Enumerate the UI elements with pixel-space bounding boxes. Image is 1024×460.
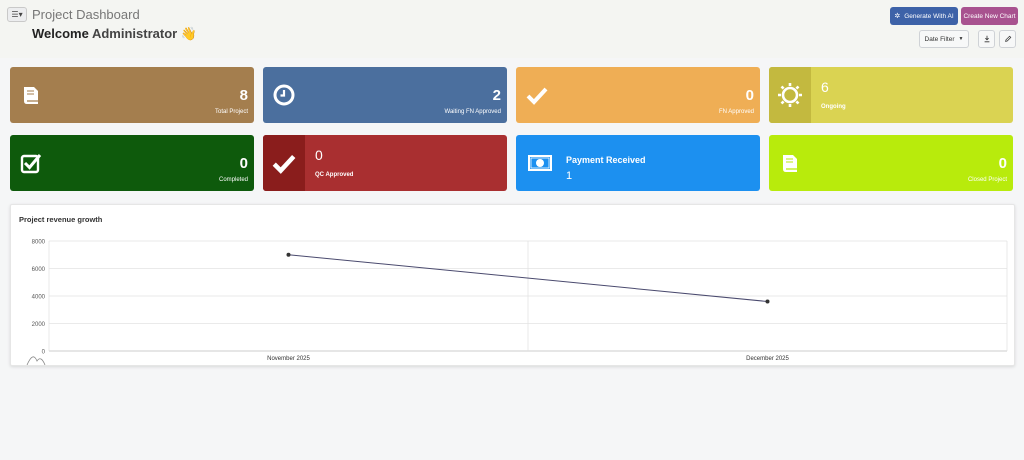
card-value: 0 <box>745 87 754 104</box>
card-ongoing[interactable]: 6 Ongoing <box>769 67 1013 123</box>
generate-with-ai-label: Generate With AI <box>904 12 954 20</box>
x-tick-label: November 2025 <box>267 356 310 362</box>
card-value: 8 <box>239 87 248 104</box>
card-value: 2 <box>492 87 501 104</box>
book-icon <box>19 83 43 107</box>
check-square-icon <box>19 151 43 175</box>
money-icon <box>528 151 552 175</box>
generate-with-ai-button[interactable]: ✲ Generate With AI <box>890 7 958 25</box>
card-payment-received[interactable]: Payment Received 1 <box>516 135 760 191</box>
welcome-message: Welcome Administrator 👋 <box>32 26 197 42</box>
sparkle-icon: ✲ <box>894 13 901 20</box>
book-icon <box>778 151 802 175</box>
check-icon <box>525 83 549 107</box>
sliders-icon: ☰▾ <box>11 10 23 19</box>
card-closed-project[interactable]: 0 Closed Project <box>769 135 1013 191</box>
download-icon <box>984 35 989 43</box>
x-tick-label: December 2025 <box>746 356 789 362</box>
y-tick-label: 8000 <box>32 240 46 246</box>
card-label: Payment Received <box>566 155 646 165</box>
revenue-chart-panel: Project revenue growth 8000 6000 4000 2000 0… <box>10 204 1015 366</box>
pencil-icon <box>1004 35 1011 42</box>
card-completed[interactable]: 0 Completed <box>10 135 254 191</box>
card-label: Ongoing <box>821 104 846 110</box>
date-filter-dropdown[interactable]: Date Filter ▼ <box>919 30 969 48</box>
card-value: 0 <box>239 155 248 172</box>
card-icon-panel <box>769 67 811 123</box>
create-new-chart-label: Create New Chart <box>963 12 1016 20</box>
y-tick-label: 6000 <box>32 267 46 273</box>
card-label: FN Approved <box>718 109 754 115</box>
card-value: 0 <box>998 155 1007 172</box>
y-tick-label: 0 <box>42 350 46 356</box>
card-label: Completed <box>218 177 248 183</box>
card-label: Total Project <box>214 109 248 115</box>
card-value: 0 <box>315 147 323 163</box>
sidebar-toggle-button[interactable]: ☰▾ <box>7 7 27 22</box>
card-qc-approved[interactable]: 0 QC Approved <box>263 135 507 191</box>
welcome-prefix: Welcome <box>32 26 92 41</box>
card-icon-panel <box>263 135 305 191</box>
card-total-project[interactable]: 8 Total Project <box>10 67 254 123</box>
revenue-line-chart: 8000 6000 4000 2000 0 November 2025 December 2… <box>26 240 1008 365</box>
clock-icon <box>272 83 296 107</box>
card-fn-approved[interactable]: 0 FN Approved <box>516 67 760 123</box>
user-name: Administrator <box>91 26 178 41</box>
wave-emoji: 👋 <box>180 26 198 41</box>
card-label: Closed Project <box>967 177 1007 183</box>
y-tick-label: 2000 <box>32 322 46 328</box>
card-label: Waiting FN Approved <box>444 109 501 115</box>
y-tick-label: 4000 <box>32 295 46 301</box>
card-label: QC Approved <box>315 172 354 178</box>
create-new-chart-button[interactable]: Create New Chart <box>961 7 1018 25</box>
card-waiting-fn-approved[interactable]: 2 Waiting FN Approved <box>263 67 507 123</box>
data-point <box>286 252 291 257</box>
mini-chart-icon <box>26 356 46 365</box>
download-button[interactable] <box>978 30 995 48</box>
sun-icon <box>778 83 802 107</box>
page-title: Project Dashboard <box>32 7 140 22</box>
check-icon <box>272 154 296 174</box>
caret-down-icon: ▼ <box>958 36 964 42</box>
data-point <box>765 299 770 304</box>
card-value: 1 <box>566 170 573 182</box>
card-value: 6 <box>821 79 829 95</box>
date-filter-label: Date Filter <box>924 35 955 43</box>
edit-button[interactable] <box>999 30 1016 48</box>
